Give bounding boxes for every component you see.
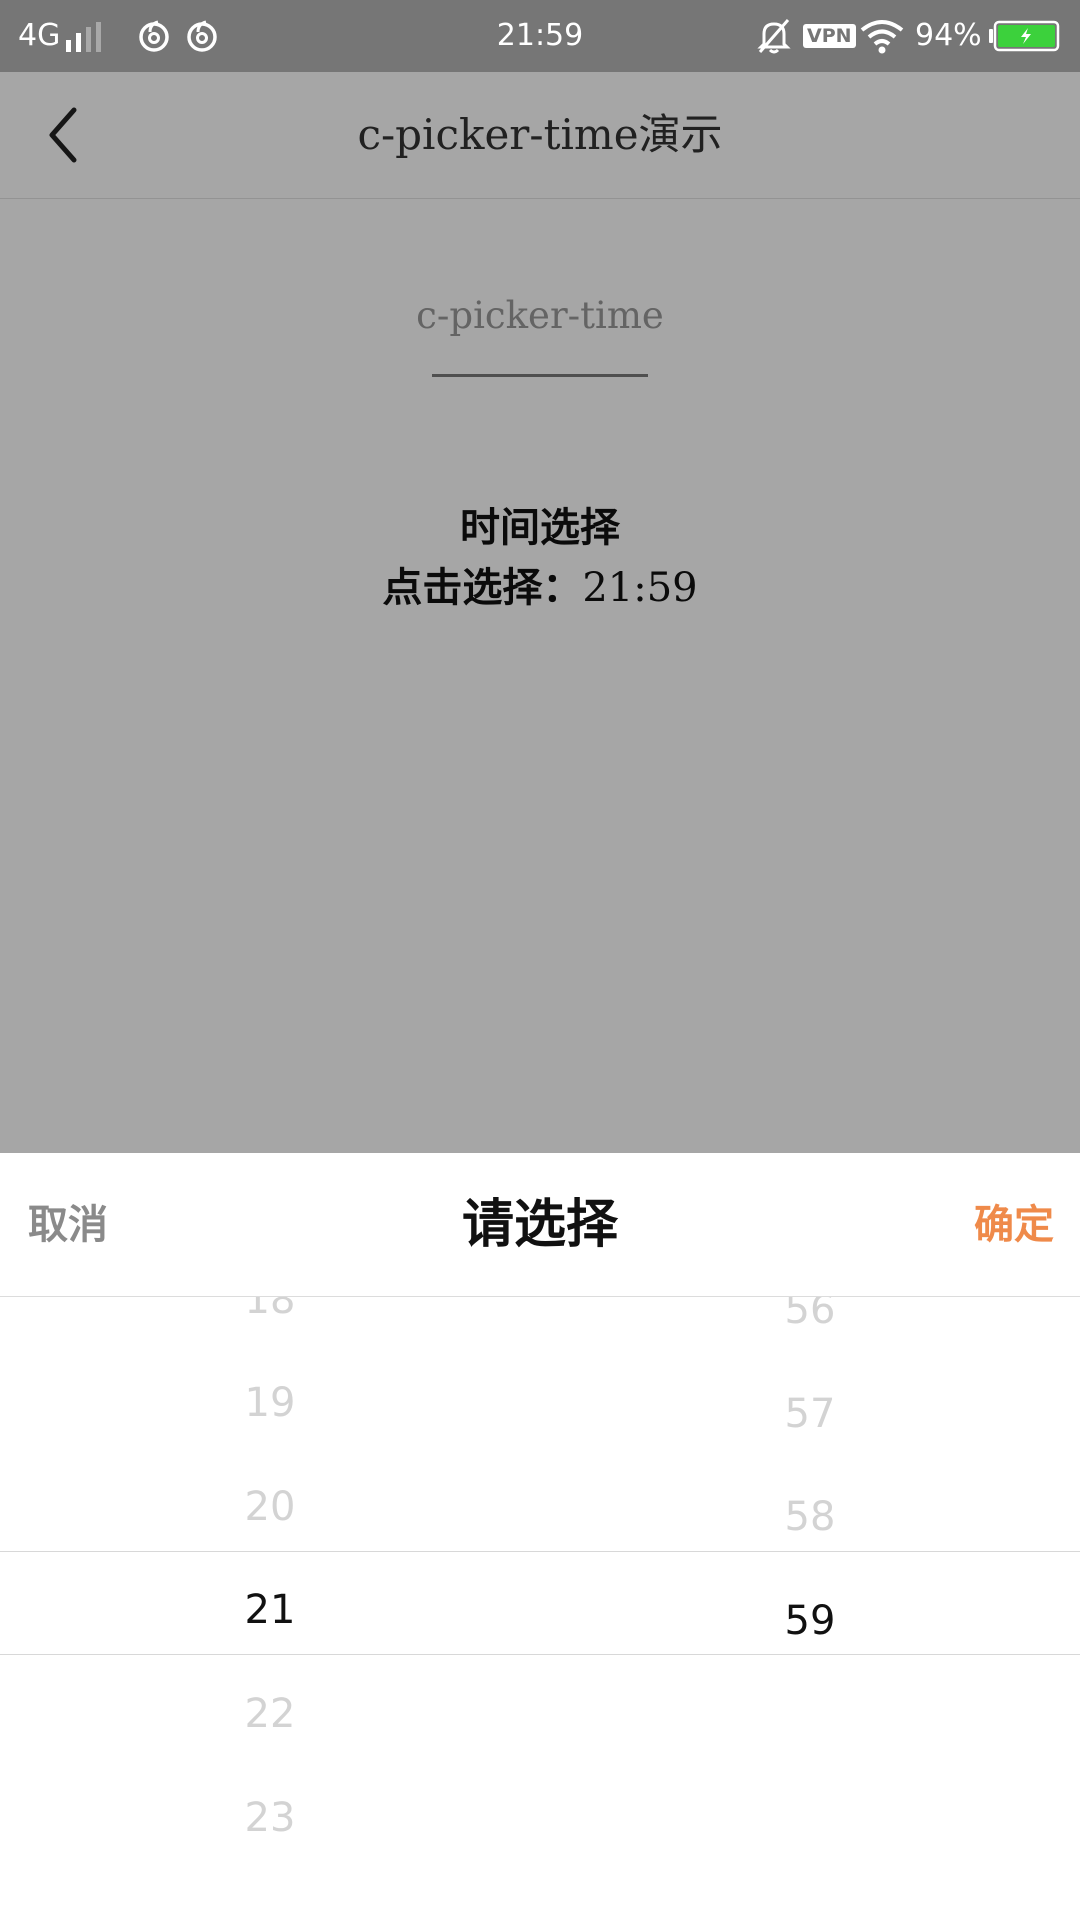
battery-charging-icon xyxy=(989,20,1060,52)
minute-option[interactable]: 58 xyxy=(540,1465,1080,1569)
minute-column[interactable]: 56 57 58 59 xyxy=(540,1297,1080,1920)
minute-option[interactable]: 57 xyxy=(540,1362,1080,1466)
vpn-badge: VPN xyxy=(803,24,856,48)
battery-percent: 94% xyxy=(915,18,982,53)
hour-option[interactable]: 18 xyxy=(0,1297,540,1352)
modal-mask[interactable] xyxy=(0,0,1080,1153)
time-picker-sheet: 取消 请选择 确定 18 19 20 21 22 23 56 57 58 59 xyxy=(0,1153,1080,1920)
status-bar: 4G 21:59 VPN 94% xyxy=(0,0,1080,72)
picker-header: 取消 请选择 确定 xyxy=(0,1153,1080,1297)
picker-body: 18 19 20 21 22 23 56 57 58 59 xyxy=(0,1297,1080,1920)
picker-title: 请选择 xyxy=(461,1194,618,1255)
hour-option[interactable]: 19 xyxy=(0,1351,540,1455)
hour-option[interactable]: 22 xyxy=(0,1662,540,1766)
wifi-icon xyxy=(860,20,904,54)
hour-option-selected[interactable]: 21 xyxy=(0,1558,540,1662)
hour-option[interactable]: 20 xyxy=(0,1455,540,1559)
minute-option[interactable]: 56 xyxy=(540,1297,1080,1362)
confirm-button[interactable]: 确定 xyxy=(974,1153,1054,1296)
minute-option-selected[interactable]: 59 xyxy=(540,1569,1080,1673)
hour-option[interactable]: 23 xyxy=(0,1766,540,1870)
hour-column[interactable]: 18 19 20 21 22 23 xyxy=(0,1297,540,1920)
bell-off-icon xyxy=(757,19,791,54)
